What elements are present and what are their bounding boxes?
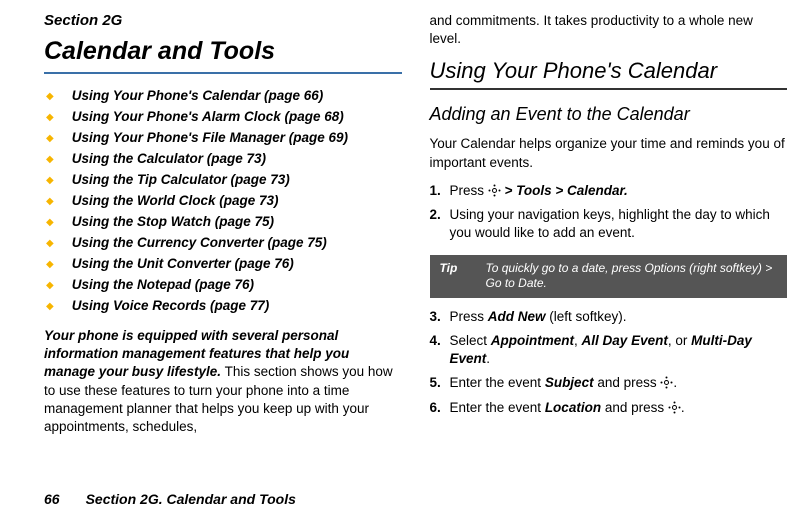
step-text: and press [601,400,668,415]
diamond-icon: ◆ [46,238,54,249]
diamond-icon: ◆ [46,196,54,207]
toc-item: ◆ Using the Currency Converter (page 75) [44,235,402,250]
page-columns: Section 2G Calendar and Tools ◆ Using You… [44,12,787,472]
step-text: and press [594,375,661,390]
diamond-icon: ◆ [46,154,54,165]
diamond-icon: ◆ [46,301,54,312]
section-label: Section 2G [44,12,402,29]
step-text-bold: Appointment [491,333,574,348]
subsection-heading: Adding an Event to the Calendar [430,104,788,125]
toc-text: Using the Stop Watch (page 75) [72,214,274,229]
step-item: Select Appointment, All Day Event, or Mu… [430,332,788,368]
nav-key-icon [488,184,501,197]
page-number: 66 [44,491,60,507]
toc-item: ◆ Using Your Phone's File Manager (page 6… [44,130,402,145]
steps-list-a: Press > Tools > Calendar. Using your nav… [430,182,788,243]
toc-item: ◆ Using the Tip Calculator (page 73) [44,172,402,187]
toc-text: Using the Calculator (page 73) [72,151,266,166]
section-heading: Using Your Phone's Calendar [430,58,788,84]
step-item: Enter the event Subject and press . [430,374,788,392]
tip-label: Tip [440,261,486,292]
tip-text: To quickly go to a date, press Options (… [486,261,778,292]
left-column: Section 2G Calendar and Tools ◆ Using You… [44,12,402,472]
toc-text: Using the Notepad (page 76) [72,277,254,292]
diamond-icon: ◆ [46,112,54,123]
diamond-icon: ◆ [46,133,54,144]
diamond-icon: ◆ [46,91,54,102]
toc-item: ◆ Using the Stop Watch (page 75) [44,214,402,229]
toc-item: ◆ Using the Unit Converter (page 76) [44,256,402,271]
step-text-bold: Add New [488,309,546,324]
toc-text: Using the Tip Calculator (page 73) [72,172,290,187]
diamond-icon: ◆ [46,259,54,270]
step-text: Select [450,333,491,348]
step-item: Using your navigation keys, highlight th… [430,206,788,242]
step-text: . [673,375,677,390]
toc-item: ◆ Using the World Clock (page 73) [44,193,402,208]
toc-text: Using the Currency Converter (page 75) [72,235,327,250]
toc-text: Using Your Phone's Alarm Clock (page 68) [72,109,344,124]
nav-key-icon [668,401,681,414]
step-text: (left softkey). [546,309,627,324]
diamond-icon: ◆ [46,280,54,291]
toc-list: ◆ Using Your Phone's Calendar (page 66) ◆… [44,88,402,313]
step-text: , [574,333,582,348]
step-text: Press [450,183,488,198]
toc-text: Using the Unit Converter (page 76) [72,256,294,271]
step-text-bold: > Tools > Calendar. [501,183,628,198]
step-text: . [681,400,685,415]
toc-text: Using Your Phone's File Manager (page 69… [72,130,348,145]
heading-rule [430,88,788,90]
step-text: , or [668,333,691,348]
step-text: . [486,351,490,366]
step-text-bold: Subject [545,375,594,390]
page-footer: 66 Section 2G. Calendar and Tools [44,491,296,507]
toc-item: ◆ Using Voice Records (page 77) [44,298,402,313]
right-column: and commitments. It takes productivity t… [430,12,788,472]
toc-item: ◆ Using the Calculator (page 73) [44,151,402,166]
step-text: Enter the event [450,375,545,390]
body-paragraph: Your Calendar helps organize your time a… [430,135,788,171]
steps-list-b: Press Add New (left softkey). Select App… [430,308,788,417]
toc-text: Using Voice Records (page 77) [72,298,270,313]
footer-title: Section 2G. Calendar and Tools [86,491,296,507]
step-text-bold: Location [545,400,601,415]
diamond-icon: ◆ [46,175,54,186]
toc-text: Using Your Phone's Calendar (page 66) [72,88,324,103]
toc-text: Using the World Clock (page 73) [72,193,279,208]
step-text: Press [450,309,488,324]
nav-key-icon [660,376,673,389]
step-item: Press Add New (left softkey). [430,308,788,326]
step-text: Using your navigation keys, highlight th… [450,207,770,240]
step-item: Enter the event Location and press . [430,399,788,417]
step-text-bold: All Day Event [582,333,668,348]
tip-box: Tip To quickly go to a date, press Optio… [430,255,788,298]
intro-paragraph: Your phone is equipped with several pers… [44,327,402,436]
step-text: Enter the event [450,400,545,415]
toc-item: ◆ Using the Notepad (page 76) [44,277,402,292]
toc-item: ◆ Using Your Phone's Alarm Clock (page 68… [44,109,402,124]
diamond-icon: ◆ [46,217,54,228]
toc-item: ◆ Using Your Phone's Calendar (page 66) [44,88,402,103]
continuation-paragraph: and commitments. It takes productivity t… [430,12,788,48]
chapter-title: Calendar and Tools [44,37,402,66]
heading-rule [44,72,402,74]
step-item: Press > Tools > Calendar. [430,182,788,200]
